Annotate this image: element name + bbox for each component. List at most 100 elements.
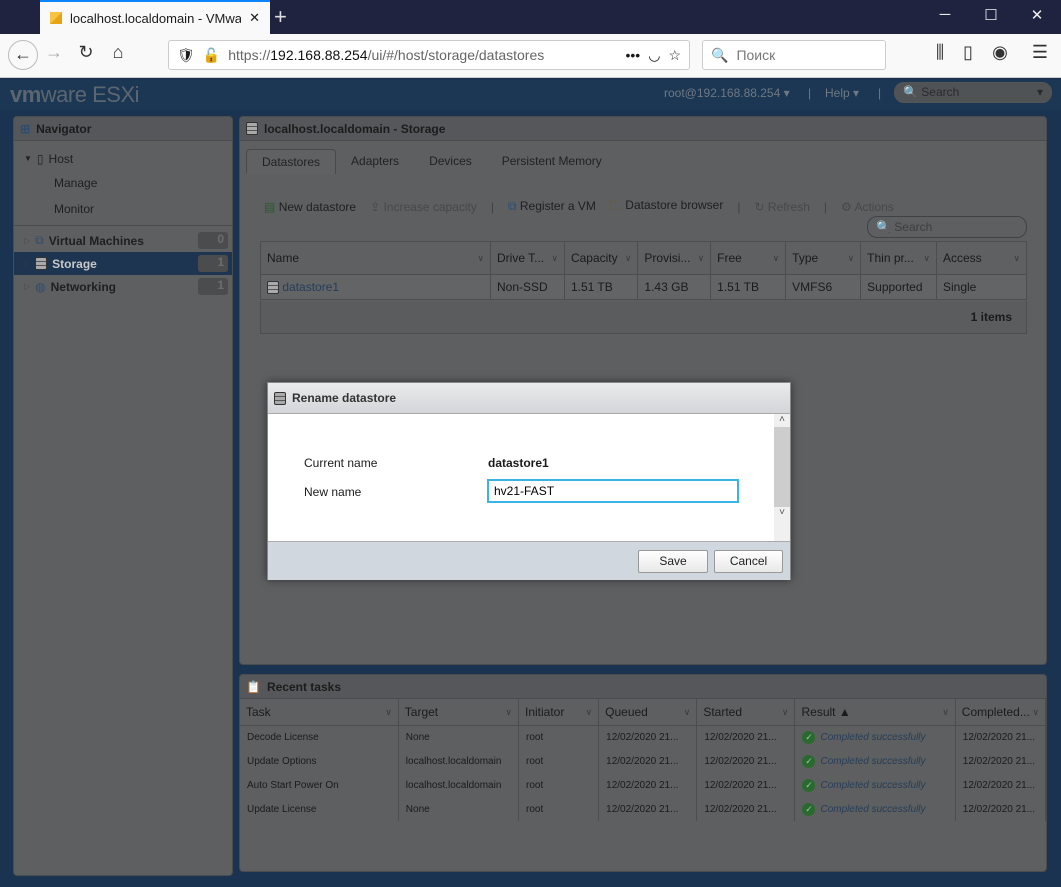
folder-search-icon: 🗀 xyxy=(609,198,622,212)
check-circle-icon: ✓ xyxy=(802,802,816,816)
shield-icon[interactable]: 🛡 xyxy=(177,47,195,64)
dialog-title: Rename datastore xyxy=(292,391,397,405)
save-button[interactable]: Save xyxy=(638,550,708,573)
nav-storage[interactable]: ▷ Storage 1 xyxy=(14,252,232,275)
register-vm-button[interactable]: ⧉ Register a VM xyxy=(508,199,596,214)
nav-networking[interactable]: ▷ ◍ Networking 1 xyxy=(14,275,232,298)
increase-capacity-button[interactable]: ⇪ Increase capacity xyxy=(370,200,477,214)
datastores-table: Name ∨ Drive T... ∨ Capacity ∨ Provisi...… xyxy=(260,241,1027,300)
library-icon[interactable]: ⫼ xyxy=(926,42,954,63)
nav-monitor[interactable]: Monitor xyxy=(14,197,232,220)
column-header-capacity[interactable]: Capacity ∨ xyxy=(564,241,639,275)
close-tab-icon[interactable]: ✕ xyxy=(249,10,260,26)
current-name-value: datastore1 xyxy=(488,456,549,470)
new-name-input[interactable] xyxy=(487,479,739,503)
check-circle-icon: ✓ xyxy=(802,730,816,744)
sidebar-icon[interactable]: ▯ xyxy=(954,42,982,63)
nav-manage[interactable]: Manage xyxy=(14,171,232,194)
count-badge: 1 xyxy=(198,278,228,295)
nav-host[interactable]: ▼ ▯ Host xyxy=(14,147,232,170)
navigator-icon: ⊞ xyxy=(20,121,31,136)
minimize-icon[interactable]: ─ xyxy=(922,6,968,23)
column-header[interactable]: Target ∨ xyxy=(398,699,520,726)
task-row[interactable]: Decode License None root 12/02/2020 21... 12… xyxy=(240,725,1046,749)
clipboard-check-icon: 📋 xyxy=(246,679,261,694)
actions-button[interactable]: ⚙ Actions xyxy=(841,200,894,214)
url-bar[interactable]: 🛡 🔓 https://192.168.88.254/ui/#/host/sto… xyxy=(168,40,690,70)
url-path: /ui/#/host/storage/datastores xyxy=(367,47,545,63)
column-header-provisioned[interactable]: Provisi... ∨ xyxy=(637,241,712,275)
account-icon[interactable]: ◉ xyxy=(986,42,1014,63)
column-header-free[interactable]: Free ∨ xyxy=(710,241,787,275)
new-datastore-button[interactable]: ▤ New datastore xyxy=(264,200,356,214)
check-circle-icon: ✓ xyxy=(802,754,816,768)
forward-icon[interactable]: → xyxy=(40,42,68,63)
page-actions-icon[interactable]: ••• xyxy=(626,47,641,63)
table-footer: 1 items xyxy=(260,301,1027,334)
back-icon[interactable]: ← xyxy=(8,40,38,70)
home-icon[interactable]: ⌂ xyxy=(104,42,132,63)
datastore-search-input[interactable]: 🔍 Search xyxy=(867,216,1027,238)
tab-adapters[interactable]: Adapters xyxy=(336,149,414,174)
datastore-browser-button[interactable]: 🗀 Datastore browser xyxy=(610,196,723,217)
recent-tasks-title: Recent tasks xyxy=(266,679,341,694)
tab-persistent-memory[interactable]: Persistent Memory xyxy=(487,149,617,174)
datastore-link[interactable]: datastore1 xyxy=(282,280,339,294)
column-header-access[interactable]: Access ∨ xyxy=(936,241,1027,275)
new-name-label: New name xyxy=(304,485,362,499)
expand-arrow-icon[interactable]: ▼ xyxy=(24,154,32,163)
storage-icon xyxy=(246,122,258,135)
column-header[interactable]: Task ∨ xyxy=(240,699,399,726)
nav-virtual-machines[interactable]: ▷ ⧉ Virtual Machines 0 xyxy=(14,229,232,252)
navigator-title: Navigator xyxy=(36,121,92,136)
current-name-label: Current name xyxy=(304,456,378,470)
esxi-search-input[interactable]: 🔍 Search ▾ xyxy=(894,82,1052,103)
count-badge: 0 xyxy=(198,232,228,249)
search-icon: 🔍 xyxy=(876,220,891,234)
browser-tab[interactable]: localhost.localdomain - VMware ESXi ✕ xyxy=(40,0,270,34)
recent-tasks-panel: 📋 Recent tasks Task ∨ Target ∨ Initiator ∨ Queu… xyxy=(239,674,1047,872)
column-header-thin-provisioning[interactable]: Thin pr... ∨ xyxy=(860,241,937,275)
column-header-type[interactable]: Type ∨ xyxy=(785,241,862,275)
browser-search-input[interactable]: 🔍 Поиск xyxy=(702,40,886,70)
rename-datastore-dialog: Rename datastore Current name datastore1… xyxy=(267,382,791,580)
divider: | xyxy=(878,86,882,100)
tab-title: localhost.localdomain - VMware ESXi xyxy=(70,10,242,26)
task-row[interactable]: Update License None root 12/02/2020 21... 12… xyxy=(240,797,1046,821)
refresh-button[interactable]: ↻ Refresh xyxy=(754,200,809,214)
navigator-panel: ⊞ Navigator ▼ ▯ Host Manage Monitor ▷ ⧉ Virtu… xyxy=(13,116,233,876)
tab-datastores[interactable]: Datastores xyxy=(246,149,337,174)
network-icon: ◍ xyxy=(35,279,46,294)
column-header[interactable]: Completed... ∨ xyxy=(955,699,1046,726)
dialog-scrollbar[interactable]: ˄ ˅ xyxy=(774,414,790,541)
column-header[interactable]: Queued ∨ xyxy=(598,699,698,726)
url-host: 192.168.88.254 xyxy=(270,47,368,63)
user-menu[interactable]: root@192.168.88.254 ▾ xyxy=(664,86,790,100)
count-badge: 1 xyxy=(198,255,228,272)
column-header-drive-type[interactable]: Drive T... ∨ xyxy=(490,241,565,275)
column-header[interactable]: Result ▲ ∨ xyxy=(794,699,956,726)
table-row[interactable]: datastore1 Non-SSD 1.51 TB 1.43 GB 1.51 … xyxy=(260,274,1027,300)
column-header[interactable]: Initiator ∨ xyxy=(518,699,600,726)
reload-icon[interactable]: ↻ xyxy=(72,42,100,63)
scroll-up-icon: ˄ xyxy=(779,414,785,425)
help-menu[interactable]: Help ▾ xyxy=(825,86,859,100)
bookmark-star-icon[interactable]: ☆ xyxy=(668,47,681,64)
pocket-icon[interactable]: ◡ xyxy=(648,47,660,64)
search-icon: 🔍 xyxy=(711,46,729,63)
task-row[interactable]: Auto Start Power On localhost.localdomain… xyxy=(240,773,1046,797)
maximize-icon[interactable]: ☐ xyxy=(968,6,1014,24)
insecure-lock-icon[interactable]: 🔓 xyxy=(203,47,220,64)
column-header[interactable]: Started ∨ xyxy=(696,699,796,726)
menu-icon[interactable]: ☰ xyxy=(1026,42,1054,63)
new-tab-button[interactable]: + xyxy=(274,4,287,30)
new-datastore-icon: ▤ xyxy=(264,199,276,214)
tab-devices[interactable]: Devices xyxy=(414,149,487,174)
task-row[interactable]: Update Options localhost.localdomain root 1… xyxy=(240,749,1046,773)
tasks-table: Task ∨ Target ∨ Initiator ∨ Queued ∨ Started ∨ Res… xyxy=(240,699,1046,821)
datastore-icon xyxy=(274,391,286,405)
storage-title: localhost.localdomain - Storage xyxy=(264,121,446,136)
close-window-icon[interactable]: ✕ xyxy=(1014,6,1060,24)
cancel-button[interactable]: Cancel xyxy=(714,550,783,573)
column-header-name[interactable]: Name ∨ xyxy=(260,241,491,275)
